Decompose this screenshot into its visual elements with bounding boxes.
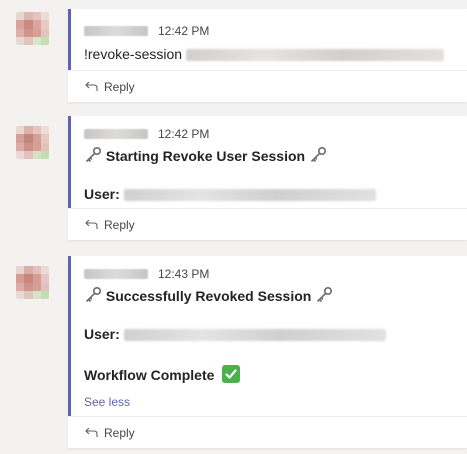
redacted-user [123,189,376,202]
sender-name-redacted [84,129,148,139]
sender-name-redacted [84,269,148,279]
reply-button[interactable]: Reply [68,416,467,448]
white-check-mark-icon [222,365,241,383]
message-title: Successfully Revoked Session [105,288,312,304]
user-label: User: [84,186,120,202]
reply-button[interactable]: Reply [68,70,467,102]
message-timestamp: 12:43 PM [158,267,210,281]
reply-arrow-icon [85,219,98,229]
reply-button[interactable]: Reply [68,208,467,240]
key-icon [310,146,326,163]
reply-arrow-icon [85,81,98,91]
see-less-link[interactable]: See less [84,395,130,409]
key-icon [85,286,102,303]
user-label: User: [84,326,120,342]
sender-name-redacted [84,26,148,36]
workflow-status: Workflow Complete [84,367,215,383]
message-timestamp: 12:42 PM [158,127,210,141]
reply-arrow-icon [85,427,98,437]
redacted-text [185,49,444,62]
reply-label: Reply [104,425,135,440]
message-card: 12:43 PM Successfully Revoked Session Us… [68,256,467,448]
message-card: 12:42 PM Starting Revoke User Session Us… [68,116,467,240]
avatar[interactable] [16,126,49,159]
avatar[interactable] [16,12,49,45]
message-timestamp: 12:42 PM [158,24,210,38]
command-text: !revoke-session [84,46,183,62]
reply-label: Reply [104,79,135,94]
reply-label: Reply [104,217,135,232]
avatar[interactable] [16,266,49,299]
redacted-user [123,329,386,342]
message-card: 12:42 PM !revoke-session Reply [68,9,467,102]
message-title: Starting Revoke User Session [105,148,306,164]
key-icon [317,286,333,303]
key-icon [85,146,102,163]
